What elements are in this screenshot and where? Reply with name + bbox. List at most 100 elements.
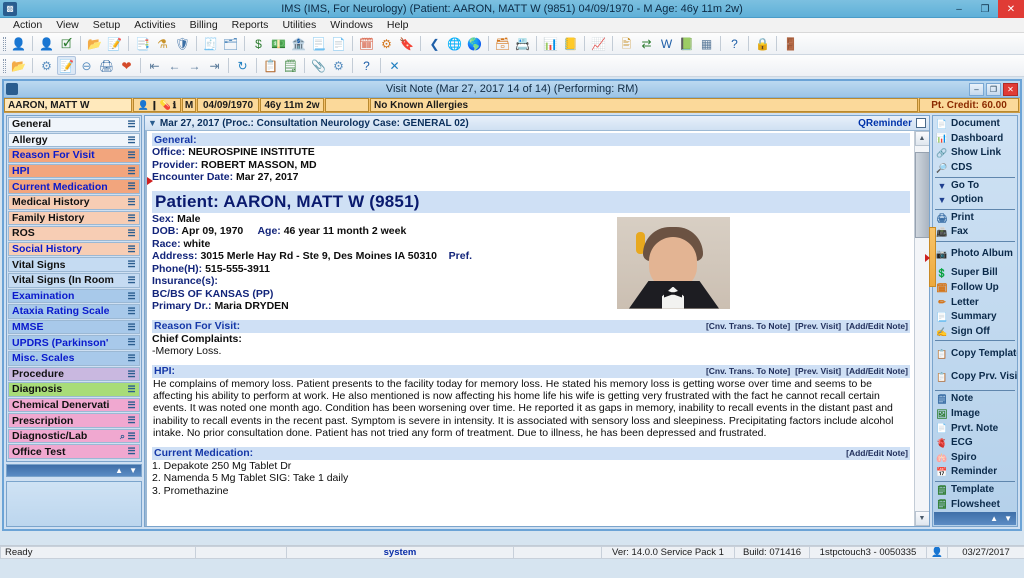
- visit-close-button[interactable]: ✕: [1003, 82, 1018, 96]
- action-link[interactable]: [Cnv. Trans. To Note]: [706, 321, 790, 331]
- add-visit-icon[interactable]: ⚙: [37, 56, 56, 75]
- globe-icon[interactable]: 🌐: [445, 34, 464, 53]
- sidebar-item-chemical-denervati[interactable]: Chemical Denervati ☰: [8, 397, 140, 413]
- claim-icon[interactable]: 🧾: [201, 34, 220, 53]
- attach-icon[interactable]: 📎: [309, 56, 328, 75]
- note-icon[interactable]: ☰: [126, 415, 137, 426]
- transfer-icon[interactable]: ⇄: [637, 34, 656, 53]
- sidebar-item-vital-signs-in-room[interactable]: Vital Signs (In Room ☰: [8, 272, 140, 288]
- note-search-icon[interactable]: ☰: [126, 135, 137, 146]
- qreminder-checkbox[interactable]: [916, 118, 926, 128]
- action-panel-scroll-controls[interactable]: ▲ ▼: [934, 512, 1016, 525]
- visit-maximize-button[interactable]: ❐: [986, 82, 1001, 96]
- excel-export-icon[interactable]: 📗: [677, 34, 696, 53]
- close-button[interactable]: ✕: [998, 0, 1024, 18]
- note-icon[interactable]: ☰: [126, 446, 137, 457]
- template-icon[interactable]: 🗒: [281, 56, 300, 75]
- sidebar-item-diagnosis[interactable]: Diagnosis ☰: [8, 382, 140, 397]
- menu-activities[interactable]: Activities: [127, 18, 182, 33]
- help-icon[interactable]: ?: [725, 34, 744, 53]
- sidebar-item-examination[interactable]: Examination ☰: [8, 288, 140, 304]
- scrollbar-track[interactable]: [914, 146, 929, 511]
- calendar-icon[interactable]: 🗓: [357, 34, 376, 53]
- action-option[interactable]: ▼ Option: [934, 193, 1016, 208]
- sidebar-item-office-test[interactable]: Office Test ☰: [8, 444, 140, 460]
- document-stack-icon[interactable]: 🗂: [221, 34, 240, 53]
- claim-status-icon[interactable]: 📇: [513, 34, 532, 53]
- action-print[interactable]: 🖨 Print: [934, 211, 1016, 226]
- exit-icon[interactable]: 🚪: [781, 34, 800, 53]
- visit-tab-bar[interactable]: ▼ Mar 27, 2017 (Proc.: Consultation Neur…: [145, 116, 929, 131]
- action-dashboard[interactable]: 📊 Dashboard: [934, 132, 1016, 147]
- action-template[interactable]: 🗒 Template: [934, 483, 1016, 498]
- toolbar-grip[interactable]: [3, 36, 6, 51]
- ledger-icon[interactable]: 🏦: [289, 34, 308, 53]
- action-spiro[interactable]: 🫁 Spiro: [934, 451, 1016, 466]
- first-record-icon[interactable]: ⇤: [145, 56, 164, 75]
- sidebar-item-vital-signs[interactable]: Vital Signs ☰: [8, 257, 140, 272]
- sidebar-item-current-medication[interactable]: Current Medication ☰: [8, 179, 140, 194]
- sidebar-item-general[interactable]: General ☰: [8, 117, 140, 132]
- sidebar-item-misc-scales[interactable]: Misc. Scales ☰: [8, 350, 140, 366]
- action-prvt-note[interactable]: 📄 Prvt. Note: [934, 421, 1016, 436]
- menu-action[interactable]: Action: [6, 18, 49, 33]
- edit-note-icon[interactable]: 📝: [105, 34, 124, 53]
- action-note[interactable]: 🗒 Note: [934, 392, 1016, 407]
- note-icon[interactable]: ☰: [126, 181, 137, 192]
- menu-view[interactable]: View: [49, 18, 86, 33]
- close-window-icon[interactable]: ✕: [385, 56, 404, 75]
- note-icon[interactable]: ☰: [126, 400, 137, 411]
- grid-view-icon[interactable]: ▦: [697, 34, 716, 53]
- last-record-icon[interactable]: ⇥: [205, 56, 224, 75]
- sidebar-item-prescription[interactable]: Prescription ☰: [8, 413, 140, 428]
- action-ecg[interactable]: 🫀 ECG: [934, 436, 1016, 451]
- menu-windows[interactable]: Windows: [323, 18, 380, 33]
- menu-setup[interactable]: Setup: [86, 18, 127, 33]
- action-follow-up[interactable]: 🗓 Follow Up: [934, 281, 1016, 296]
- schedule-icon[interactable]: ⚙: [377, 34, 396, 53]
- action-go-to[interactable]: ▼ Go To: [934, 178, 1016, 193]
- action-panel-scroll-up-icon[interactable]: ▲: [990, 514, 998, 523]
- reason-for-visit-actions[interactable]: [Cnv. Trans. To Note] [Prev. Visit] [Add/E…: [706, 321, 908, 331]
- action-link[interactable]: [Prev. Visit]: [795, 366, 841, 376]
- note-icon[interactable]: ☰: [126, 119, 137, 130]
- action-photo-album[interactable]: 📷 Photo Album: [934, 243, 1016, 266]
- bar-chart-icon[interactable]: 📊: [541, 34, 560, 53]
- payment-icon[interactable]: $: [249, 34, 268, 53]
- collections-icon[interactable]: 📄: [329, 34, 348, 53]
- copy-icon[interactable]: 📋: [261, 56, 280, 75]
- note-icon[interactable]: ☰: [126, 369, 137, 380]
- visit-tab-chevron-down-icon[interactable]: ▼: [148, 118, 157, 128]
- note-icon[interactable]: ☰: [126, 384, 137, 395]
- chart-review-icon[interactable]: 📑: [133, 34, 152, 53]
- action-sign-off[interactable]: ✍ Sign Off: [934, 325, 1016, 340]
- scan-doc-icon[interactable]: 🖹: [617, 34, 636, 53]
- sidebar-item-ros[interactable]: ROS ☰: [8, 226, 140, 241]
- next-record-icon[interactable]: →: [185, 56, 204, 75]
- note-icon[interactable]: ☰: [126, 166, 137, 177]
- back-arrow-icon[interactable]: ❮: [425, 34, 444, 53]
- menu-reports[interactable]: Reports: [225, 18, 276, 33]
- user-status-icon[interactable]: 👤: [926, 546, 948, 559]
- note-icon[interactable]: ☰: [126, 213, 137, 224]
- note-search-icon[interactable]: ☰: [126, 322, 137, 333]
- note-icon[interactable]: ☰: [126, 275, 137, 286]
- eligibility-icon[interactable]: 🗃: [493, 34, 512, 53]
- medication-icon[interactable]: 💊: [160, 100, 171, 111]
- edit-visit-icon[interactable]: 📝: [57, 56, 76, 75]
- note-search-icon[interactable]: ☰: [126, 228, 137, 239]
- sidebar-item-medical-history[interactable]: Medical History ☰: [8, 194, 140, 210]
- allergy-alert-icon[interactable]: ❙: [151, 100, 159, 111]
- note-search-icon[interactable]: ☰: [126, 197, 137, 208]
- action-image[interactable]: 🖼 Image: [934, 407, 1016, 422]
- visit-minimize-button[interactable]: –: [969, 82, 984, 96]
- action-show-link[interactable]: 🔗 Show Link: [934, 146, 1016, 161]
- current-medication-actions[interactable]: [Add/Edit Note]: [846, 448, 908, 458]
- action-link[interactable]: [Add/Edit Note]: [846, 366, 908, 376]
- person-add-icon[interactable]: 👤: [37, 34, 56, 53]
- settings-icon[interactable]: ⚙: [329, 56, 348, 75]
- search-icon[interactable]: ⌕: [120, 431, 125, 442]
- scroll-down-icon[interactable]: ▼: [914, 511, 929, 526]
- menu-help[interactable]: Help: [380, 18, 416, 33]
- action-reminder[interactable]: 📅 Reminder: [934, 465, 1016, 480]
